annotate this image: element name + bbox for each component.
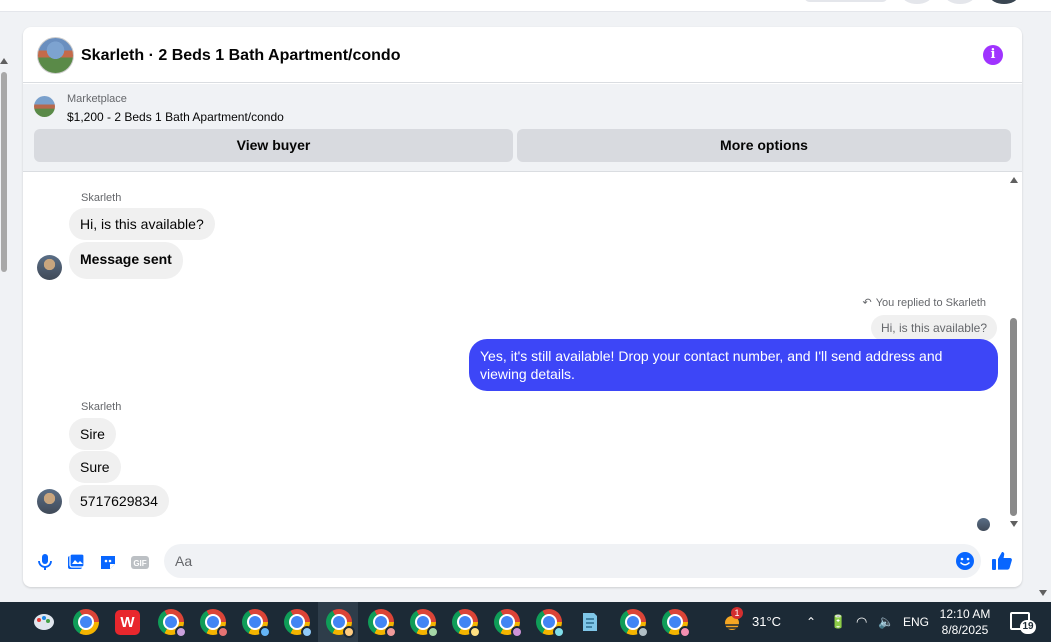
chrome-profile-icon[interactable]: [242, 609, 271, 638]
message-input-wrapper: [164, 544, 981, 578]
battery-icon[interactable]: 🔋: [830, 602, 846, 642]
conversation-header: Skarleth · 2 Beds 1 Bath Apartment/condo…: [23, 27, 1022, 83]
top-search-pill[interactable]: [804, 0, 888, 2]
conversation-panel: Skarleth · 2 Beds 1 Bath Apartment/condo…: [23, 27, 1022, 587]
gif-icon[interactable]: GIF: [130, 552, 150, 572]
marketplace-banner: Marketplace $1,200 - 2 Beds 1 Bath Apart…: [23, 84, 1022, 172]
sender-avatar[interactable]: [37, 255, 62, 280]
chrome-profile-icon[interactable]: [662, 609, 691, 638]
message-composer: GIF: [23, 535, 1022, 587]
top-messenger-button[interactable]: [945, 0, 975, 4]
quoted-message[interactable]: Hi, is this available?: [870, 315, 997, 341]
notification-count-badge: 19: [1020, 620, 1036, 634]
sticker-icon[interactable]: [98, 552, 118, 572]
incoming-message[interactable]: Message sent: [69, 242, 183, 279]
chat-scroll-down-icon[interactable]: [1010, 521, 1018, 527]
chrome-profile-icon[interactable]: [620, 609, 649, 638]
outgoing-message[interactable]: Yes, it's still available! Drop your con…: [469, 339, 998, 391]
conversation-title[interactable]: Skarleth · 2 Beds 1 Bath Apartment/condo: [81, 47, 400, 65]
reply-arrow-icon: ↶: [862, 297, 872, 309]
scroll-up-arrow-icon[interactable]: [0, 58, 8, 64]
incoming-message[interactable]: Sure: [69, 451, 121, 483]
chrome-profile-icon[interactable]: [158, 609, 187, 638]
chat-scroll-up-icon[interactable]: [1010, 177, 1018, 183]
incoming-message[interactable]: 5717629834: [69, 485, 169, 517]
info-icon[interactable]: i: [983, 45, 1003, 65]
reply-note-text: You replied to Skarleth: [875, 297, 986, 309]
sender-name: Skarleth: [81, 401, 122, 413]
chrome-profile-icon[interactable]: [494, 609, 523, 638]
chrome-profile-icon[interactable]: [284, 609, 313, 638]
chrome-profile-icon[interactable]: [200, 609, 229, 638]
page-scroll-down-arrow-icon[interactable]: [1039, 590, 1047, 596]
profile-avatar[interactable]: [990, 0, 1018, 4]
chat-scrollbar-thumb[interactable]: [1010, 318, 1017, 516]
more-options-button[interactable]: More options: [517, 129, 1011, 162]
chat-scrollbar[interactable]: [1008, 173, 1020, 535]
listing-summary[interactable]: $1,200 - 2 Beds 1 Bath Apartment/condo: [67, 110, 284, 124]
paint-app-icon[interactable]: [32, 611, 56, 633]
incoming-message[interactable]: Sire: [69, 418, 116, 450]
wifi-icon[interactable]: ◠: [856, 602, 867, 642]
top-menu-button[interactable]: [902, 0, 932, 4]
page-scrollbar-thumb[interactable]: [1, 72, 7, 272]
seen-indicator-avatar: [977, 518, 990, 531]
volume-icon[interactable]: 🔈: [878, 602, 894, 642]
weather-badge: 1: [731, 607, 743, 619]
weather-icon[interactable]: 1: [722, 607, 744, 632]
tray-overflow-chevron-icon[interactable]: ⌃: [806, 602, 816, 642]
chrome-profile-icon[interactable]: [368, 609, 397, 638]
wps-office-icon[interactable]: W: [115, 610, 140, 635]
thumbs-up-icon[interactable]: [991, 550, 1013, 572]
svg-text:GIF: GIF: [133, 559, 146, 568]
listing-thumbnail[interactable]: [34, 96, 55, 117]
listing-avatar[interactable]: [37, 37, 74, 74]
clock-time: 12:10 AM: [939, 607, 991, 621]
chrome-profile-icon[interactable]: [410, 609, 439, 638]
notepad-icon[interactable]: [578, 610, 602, 634]
system-clock[interactable]: 12:10 AM 8/8/2025: [930, 606, 1000, 638]
chrome-icon[interactable]: [73, 609, 99, 635]
reply-note: ↶ You replied to Skarleth: [863, 296, 987, 309]
view-buyer-button[interactable]: View buyer: [34, 129, 513, 162]
sender-name: Skarleth: [81, 192, 122, 204]
chrome-profile-icon[interactable]: [452, 609, 481, 638]
page-scrollbar[interactable]: [0, 52, 8, 598]
notification-center-icon[interactable]: 19: [1010, 612, 1036, 634]
clock-date: 8/8/2025: [941, 623, 989, 637]
sender-avatar[interactable]: [37, 489, 62, 514]
emoji-icon[interactable]: [956, 552, 974, 570]
chrome-profile-icon[interactable]: [536, 609, 565, 638]
windows-taskbar: W 1 31°C ⌃ 🔋 ◠ 🔈 ENG 12:10 AM 8/8/2025 1…: [0, 602, 1051, 642]
message-input[interactable]: [164, 544, 924, 578]
microphone-icon[interactable]: [35, 552, 55, 572]
top-bar-remnant: [0, 0, 1051, 12]
temperature-text[interactable]: 31°C: [752, 602, 781, 642]
photo-icon[interactable]: [66, 552, 86, 572]
language-indicator[interactable]: ENG: [903, 602, 929, 642]
marketplace-label: Marketplace: [67, 93, 127, 105]
message-list: Skarleth Hi, is this available? Message …: [23, 173, 1022, 535]
chrome-profile-icon[interactable]: [326, 609, 355, 638]
incoming-message[interactable]: Hi, is this available?: [69, 208, 215, 240]
